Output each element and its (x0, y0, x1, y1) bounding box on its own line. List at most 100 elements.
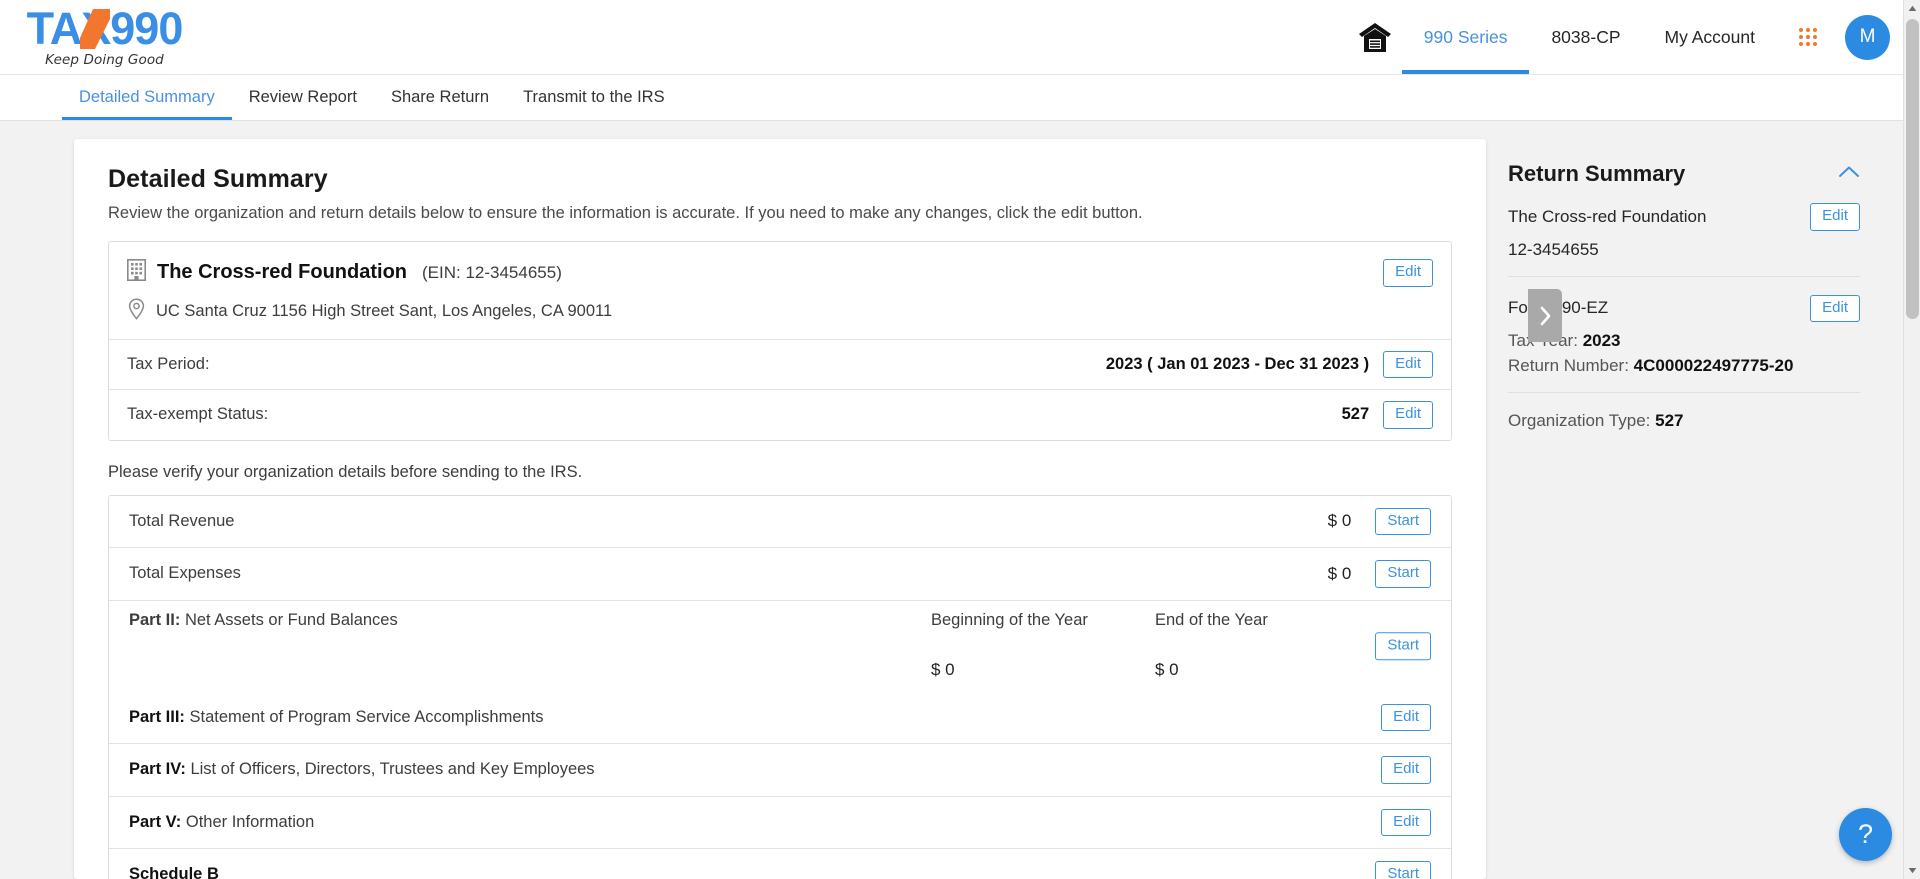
total-revenue-amount: $ 0 (1328, 511, 1376, 531)
summary-ein: 12-3454655 (1508, 240, 1860, 260)
part-v-row: Part V: Other Information Edit (109, 796, 1451, 849)
tax-exempt-status-label: Tax-exempt Status: (127, 405, 268, 424)
part-iv-text: List of Officers, Directors, Trustees an… (190, 760, 594, 778)
scrollbar-down-arrow-icon[interactable] (1904, 862, 1920, 879)
total-revenue-start-button[interactable]: Start (1375, 508, 1431, 536)
verify-note: Please verify your organization details … (108, 463, 1452, 482)
total-revenue-label: Total Revenue (129, 512, 235, 531)
schedule-b-label: Schedule B (129, 865, 219, 879)
organization-box: The Cross-red Foundation (EIN: 12-345465… (108, 241, 1452, 441)
summary-form-edit-button[interactable]: Edit (1810, 295, 1860, 323)
chevron-up-icon[interactable] (1838, 165, 1860, 183)
chevron-right-icon (1539, 306, 1552, 326)
logo-text-part1: TA (27, 6, 82, 51)
schedule-b-bold: Schedule B (129, 865, 219, 879)
part-iv-label: Part IV: List of Officers, Directors, Tr… (129, 760, 595, 779)
summary-return-number-label: Return Number: (1508, 356, 1629, 375)
logo[interactable]: TAX990 Keep Doing Good (12, 6, 197, 68)
avatar[interactable]: M (1845, 15, 1890, 60)
summary-org-edit-wrap: Edit (1810, 203, 1860, 231)
summary-org-type: Organization Type: 527 (1508, 411, 1860, 431)
part-v-text: Other Information (186, 813, 314, 831)
summary-return-number: Return Number: 4C000022497775-20 (1508, 356, 1860, 376)
part-ii-text: Net Assets or Fund Balances (185, 611, 398, 629)
bank-home-icon[interactable] (1348, 0, 1402, 74)
tab-transmit-to-the-irs[interactable]: Transmit to the IRS (506, 75, 682, 120)
return-summary-header: Return Summary (1508, 161, 1860, 187)
scrollbar-thumb[interactable] (1906, 19, 1919, 319)
tax-period-row: Tax Period: 2023 ( Jan 01 2023 - Dec 31 … (109, 339, 1451, 390)
part-ii-label: Part II: Net Assets or Fund Balances (129, 611, 398, 630)
summary-tax-year-value: 2023 (1583, 331, 1621, 350)
part-iii-row: Part III: Statement of Program Service A… (109, 692, 1451, 744)
part-ii-net-assets-row: Part II: Net Assets or Fund Balances Beg… (109, 600, 1451, 692)
nav-link-my-account[interactable]: My Account (1643, 0, 1777, 74)
part-iv-edit-button[interactable]: Edit (1381, 756, 1431, 784)
organization-name: The Cross-red Foundation (157, 261, 407, 284)
part-iii-text: Statement of Program Service Accomplishm… (190, 708, 544, 726)
top-nav: 990 Series 8038-CP My Account M (1348, 0, 1920, 74)
summary-org-name: The Cross-red Foundation (1508, 207, 1706, 227)
tax-exempt-status-value: 527 (1342, 405, 1384, 424)
total-revenue-row: Total Revenue $ 0 Start (109, 496, 1451, 548)
part-v-edit-button[interactable]: Edit (1381, 809, 1431, 837)
organization-address-row: UC Santa Cruz 1156 High Street Sant, Los… (127, 298, 1433, 325)
net-assets-beginning-col: Beginning of the Year $ 0 (931, 611, 1155, 680)
return-summary-title: Return Summary (1508, 161, 1685, 187)
tax-period-label: Tax Period: (127, 355, 210, 374)
end-of-year-header: End of the Year (1155, 611, 1379, 630)
tab-share-return[interactable]: Share Return (374, 75, 506, 120)
net-assets-columns: Beginning of the Year $ 0 End of the Yea… (931, 611, 1431, 680)
part-iii-bold: Part III: (129, 708, 185, 726)
sub-tab-bar: Detailed Summary Review Report Share Ret… (0, 74, 1920, 121)
tax-exempt-status-edit-button[interactable]: Edit (1383, 401, 1433, 429)
total-expenses-row: Total Expenses $ 0 Start (109, 547, 1451, 600)
tab-detailed-summary[interactable]: Detailed Summary (62, 75, 232, 120)
part-v-label: Part V: Other Information (129, 813, 314, 832)
scrollbar-up-arrow-icon[interactable] (1904, 0, 1920, 17)
panel-toggle-chevron-right-icon[interactable] (1528, 289, 1562, 342)
main-content-column: Detailed Summary Review the organization… (0, 139, 1476, 879)
part-iv-row: Part IV: List of Officers, Directors, Tr… (109, 743, 1451, 796)
part-ii-start-wrap: Start (1375, 632, 1431, 660)
parts-box: Total Revenue $ 0 Start Total Expenses $… (108, 495, 1452, 879)
organization-name-row: The Cross-red Foundation (EIN: 12-345465… (127, 259, 1433, 287)
tax-exempt-status-row: Tax-exempt Status: 527 Edit (109, 389, 1451, 440)
tax-period-value: 2023 ( Jan 01 2023 - Dec 31 2023 ) (1106, 355, 1383, 374)
summary-org-edit-button[interactable]: Edit (1810, 203, 1860, 231)
summary-form-edit-wrap: Edit (1810, 295, 1860, 323)
grid-apps-icon[interactable] (1799, 28, 1817, 46)
logo-text-part2: 990 (110, 6, 182, 51)
help-button[interactable]: ? (1839, 808, 1892, 861)
part-ii-bold: Part II: (129, 611, 180, 629)
tax-period-edit-button[interactable]: Edit (1383, 351, 1433, 379)
summary-org-type-label: Organization Type: (1508, 411, 1650, 430)
page-body: Detailed Summary Review the organization… (0, 121, 1920, 879)
nav-link-8038-cp[interactable]: 8038-CP (1529, 0, 1642, 74)
page-scrollbar[interactable] (1903, 0, 1920, 879)
beginning-of-year-value: $ 0 (931, 660, 1155, 680)
nav-link-990-series[interactable]: 990 Series (1402, 0, 1530, 74)
page-description: Review the organization and return detai… (108, 204, 1452, 223)
tab-review-report[interactable]: Review Report (232, 75, 374, 120)
detailed-summary-card: Detailed Summary Review the organization… (74, 139, 1486, 879)
summary-org-type-value: 527 (1655, 411, 1683, 430)
part-iii-edit-button[interactable]: Edit (1381, 704, 1431, 732)
top-header: TAX990 Keep Doing Good 990 Series 8038-C… (0, 0, 1920, 74)
total-expenses-start-button[interactable]: Start (1375, 560, 1431, 588)
organization-edit-button[interactable]: Edit (1383, 259, 1433, 287)
total-expenses-label: Total Expenses (129, 564, 241, 583)
end-of-year-value: $ 0 (1155, 660, 1379, 680)
part-ii-start-button[interactable]: Start (1375, 632, 1431, 660)
schedule-b-start-button[interactable]: Start (1375, 861, 1431, 879)
organization-edit-wrap: Edit (1383, 259, 1433, 287)
building-icon (127, 259, 146, 286)
logo-text-x: X (81, 6, 110, 51)
return-summary-panel: Return Summary The Cross-red Foundation … (1476, 139, 1896, 879)
net-assets-end-col: End of the Year $ 0 (1155, 611, 1379, 680)
bank-home-icon-glyph (1358, 22, 1392, 53)
part-iii-label: Part III: Statement of Program Service A… (129, 708, 544, 727)
logo-tagline: Keep Doing Good (45, 52, 164, 68)
logo-text: TAX990 (27, 6, 183, 51)
schedule-b-row: Schedule B Start (109, 848, 1451, 879)
